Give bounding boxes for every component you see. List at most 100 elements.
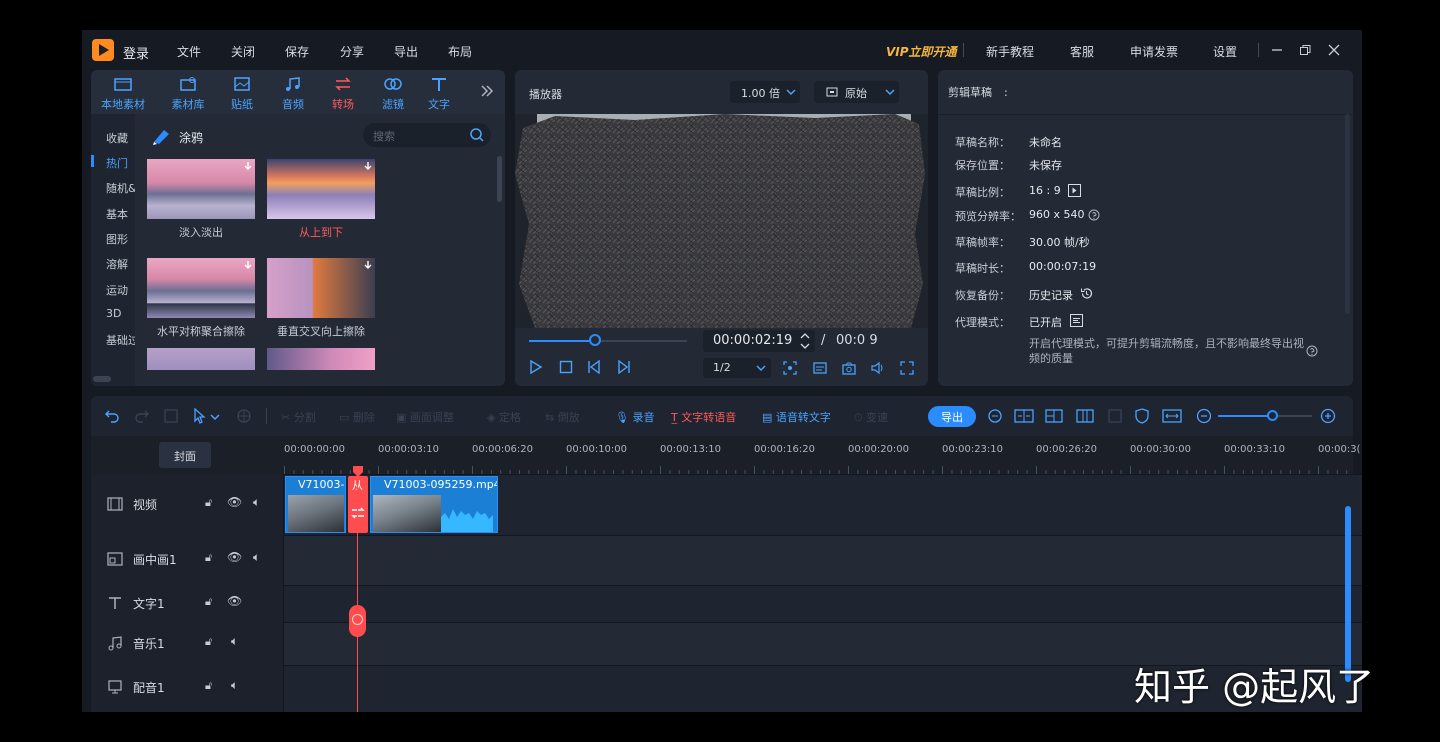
transition-item-horizontal-wipe[interactable]: 水平对称聚合擦除 xyxy=(147,258,255,340)
proxy-help-icon[interactable] xyxy=(1306,345,1318,357)
lock-icon[interactable]: 🔓︎ xyxy=(205,595,212,609)
prev-frame-icon[interactable] xyxy=(587,360,601,374)
stop-icon[interactable] xyxy=(559,360,573,374)
record-button[interactable]: 🎙︎ 录音 xyxy=(615,409,654,425)
subtitle-icon[interactable] xyxy=(813,361,827,375)
preview-progress-track[interactable] xyxy=(529,340,687,342)
transition-item-top-down[interactable]: 从上到下 xyxy=(267,159,375,241)
transition-clip[interactable]: 从 xyxy=(348,476,368,533)
category-basic[interactable]: 基本 xyxy=(106,206,128,222)
lock-icon[interactable]: 🔓︎ xyxy=(205,551,212,565)
visibility-eye-icon[interactable]: 👁︎ xyxy=(227,495,242,509)
draft-scrollbar[interactable] xyxy=(1345,114,1350,314)
minimize-icon[interactable] xyxy=(1270,43,1284,57)
lock-icon[interactable]: 🔓︎ xyxy=(205,635,212,649)
download-icon[interactable] xyxy=(363,260,373,270)
login-button[interactable]: 登录 xyxy=(123,43,149,62)
tab-filters[interactable]: 滤镜 xyxy=(371,74,415,112)
category-3d[interactable]: 3D xyxy=(106,307,121,320)
download-icon[interactable] xyxy=(363,161,373,171)
tutorial-link[interactable]: 新手教程 xyxy=(986,43,1034,60)
more-tabs-icon[interactable] xyxy=(479,83,495,99)
visibility-eye-icon[interactable]: 👁︎ xyxy=(227,550,242,564)
vip-link[interactable]: VIP立即开通 xyxy=(886,43,957,60)
playhead-knob[interactable] xyxy=(349,605,366,637)
search-icon[interactable] xyxy=(469,127,485,143)
columns-icon[interactable] xyxy=(1076,408,1094,424)
speed-button[interactable]: ⏱︎ 变速 xyxy=(854,409,888,425)
search-input[interactable]: 搜索 xyxy=(373,128,395,144)
category-hot[interactable]: 热门 xyxy=(106,155,128,171)
tab-transitions[interactable]: 转场 xyxy=(321,74,365,112)
ratio-play-icon[interactable] xyxy=(1068,184,1081,197)
volume-icon[interactable] xyxy=(871,361,885,375)
transition-item-fade[interactable]: 淡入淡出 xyxy=(147,159,255,241)
history-link[interactable]: 历史记录 xyxy=(1029,287,1073,303)
tab-text[interactable]: 文字 xyxy=(417,74,461,112)
split-button[interactable]: ✂ 分割 xyxy=(281,409,316,425)
tab-material-library[interactable]: 素材库 xyxy=(164,74,212,112)
menu-share[interactable]: 分享 xyxy=(340,43,364,60)
stt-button[interactable]: ▤ 语音转文字 xyxy=(762,409,831,425)
menu-layout[interactable]: 布局 xyxy=(448,43,472,60)
timeline-export-button[interactable]: 导出 xyxy=(928,406,976,427)
screenshot-focus-icon[interactable] xyxy=(783,361,797,375)
fit-width-icon[interactable] xyxy=(1162,408,1182,424)
menu-close[interactable]: 关闭 xyxy=(231,43,255,60)
time-input[interactable]: 00:00:02:19 xyxy=(703,330,815,352)
help-icon[interactable] xyxy=(1088,209,1100,221)
invoice-link[interactable]: 申请发票 xyxy=(1130,43,1178,60)
split-view-icon[interactable] xyxy=(1014,408,1034,424)
preview-progress-handle[interactable] xyxy=(589,334,602,346)
next-frame-icon[interactable] xyxy=(617,360,631,374)
transition-item-partial[interactable] xyxy=(147,348,255,370)
video-clip-2[interactable]: V71003-095259.mp4 xyxy=(370,476,498,533)
menu-save[interactable]: 保存 xyxy=(285,43,309,60)
freeze-button[interactable]: ◈ 定格 xyxy=(487,409,521,425)
media-scrollbar[interactable] xyxy=(497,156,502,202)
reverse-button[interactable]: ⇆ 倒放 xyxy=(545,409,580,425)
search-box[interactable]: 搜索 xyxy=(363,123,491,147)
history-icon[interactable] xyxy=(1080,287,1093,300)
category-shapes[interactable]: 图形 xyxy=(106,231,128,247)
category-favorites[interactable]: 收藏 xyxy=(106,130,128,146)
adjust-button[interactable]: ▣ 画面调整 xyxy=(396,409,454,425)
speaker-icon[interactable]: 🔈︎ xyxy=(253,550,260,565)
ratio-select[interactable]: 原始 xyxy=(814,81,899,103)
delete-button[interactable]: ▭ 删除 xyxy=(339,409,375,425)
fullscreen-icon[interactable] xyxy=(900,361,914,375)
zoom-in-icon[interactable] xyxy=(1320,408,1336,424)
cursor-select-icon[interactable] xyxy=(192,408,208,424)
tab-audio[interactable]: 音频 xyxy=(271,74,315,112)
download-icon[interactable] xyxy=(243,161,253,171)
camera-icon[interactable] xyxy=(842,361,856,375)
support-link[interactable]: 客服 xyxy=(1070,43,1094,60)
tts-button[interactable]: T̲ 文字转语音 xyxy=(671,409,736,425)
undo-icon[interactable] xyxy=(105,408,121,424)
time-ruler[interactable]: 00:00:00:00 00:00:03:10 00:00:06:20 00:0… xyxy=(284,444,1360,474)
visibility-eye-icon[interactable]: 👁︎ xyxy=(227,594,242,608)
transition-item-vertical-wipe[interactable]: 垂直交叉向上擦除 xyxy=(267,258,375,340)
speed-select[interactable]: 1.00 倍 xyxy=(730,81,800,103)
zoom-slider-track[interactable] xyxy=(1218,415,1312,417)
download-icon[interactable] xyxy=(243,260,253,270)
settings-link[interactable]: 设置 xyxy=(1213,43,1237,60)
speaker-icon[interactable]: 🔈︎ xyxy=(253,495,260,510)
layout-grid-icon[interactable] xyxy=(1045,408,1063,424)
quality-select[interactable]: 1/2 xyxy=(703,358,771,378)
cover-button[interactable]: 封面 xyxy=(159,442,211,468)
magnet-icon[interactable] xyxy=(236,408,252,424)
time-stepper-icon[interactable] xyxy=(800,332,810,350)
category-random[interactable]: 随机& xyxy=(106,180,135,196)
sidebar-scrollbar[interactable] xyxy=(93,376,111,382)
tab-stickers[interactable]: 贴纸 xyxy=(220,74,264,112)
menu-export[interactable]: 导出 xyxy=(394,43,418,60)
redo-icon[interactable] xyxy=(133,408,149,424)
transition-item-partial[interactable] xyxy=(267,348,375,370)
tab-local-media[interactable]: 本地素材 xyxy=(95,74,151,112)
lock-icon[interactable]: 🔓︎ xyxy=(205,496,212,510)
close-icon[interactable] xyxy=(1327,43,1341,57)
category-basic-transition[interactable]: 基础过 xyxy=(106,332,135,348)
loop-icon[interactable] xyxy=(987,408,1003,424)
lock-icon[interactable]: 🔓︎ xyxy=(205,679,212,693)
